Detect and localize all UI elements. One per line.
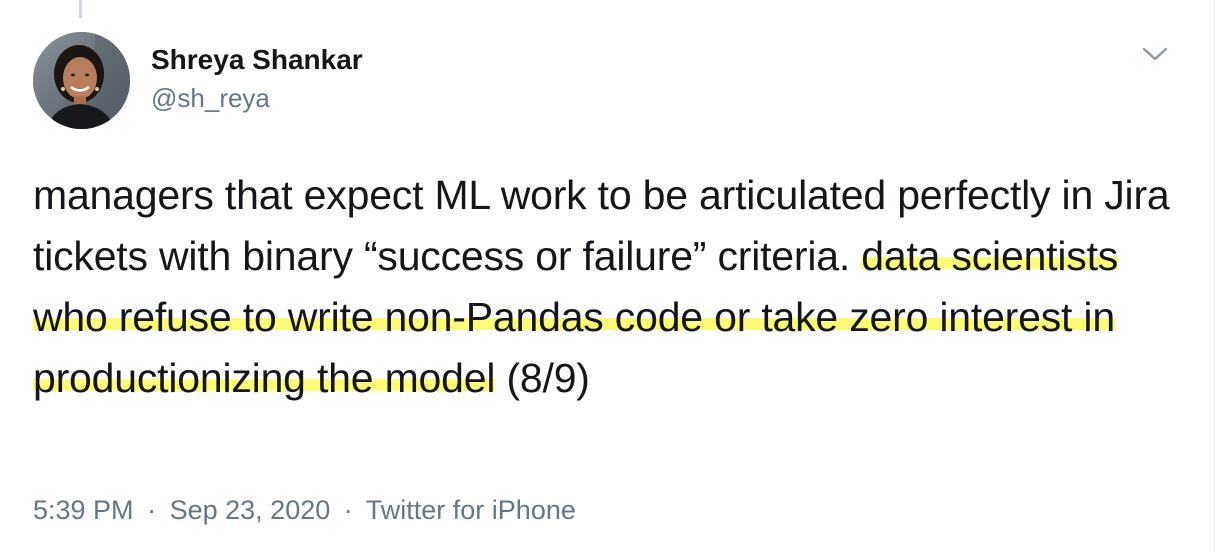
avatar[interactable] bbox=[33, 32, 130, 129]
tweet-text: managers that expect ML work to be artic… bbox=[33, 165, 1183, 409]
author-block: Shreya Shankar @sh_reya bbox=[151, 43, 363, 115]
avatar-image bbox=[33, 32, 130, 129]
author-display-name[interactable]: Shreya Shankar bbox=[151, 43, 363, 77]
author-handle[interactable]: @sh_reya bbox=[151, 81, 363, 115]
tweet-card: Shreya Shankar @sh_reya managers that ex… bbox=[0, 0, 1215, 552]
tweet-source[interactable]: Twitter for iPhone bbox=[366, 495, 576, 525]
meta-separator: · bbox=[147, 495, 157, 525]
tweet-timestamp-time[interactable]: 5:39 PM bbox=[33, 495, 134, 525]
meta-separator: · bbox=[343, 495, 353, 525]
tweet-timestamp-date[interactable]: Sep 23, 2020 bbox=[170, 495, 331, 525]
tweet-text-suffix: (8/9) bbox=[495, 355, 590, 401]
chevron-down-icon bbox=[1142, 47, 1168, 61]
thread-connector-line bbox=[79, 0, 82, 18]
more-options-caret[interactable] bbox=[1140, 42, 1170, 66]
tweet-meta: 5:39 PM · Sep 23, 2020 · Twitter for iPh… bbox=[33, 492, 576, 528]
